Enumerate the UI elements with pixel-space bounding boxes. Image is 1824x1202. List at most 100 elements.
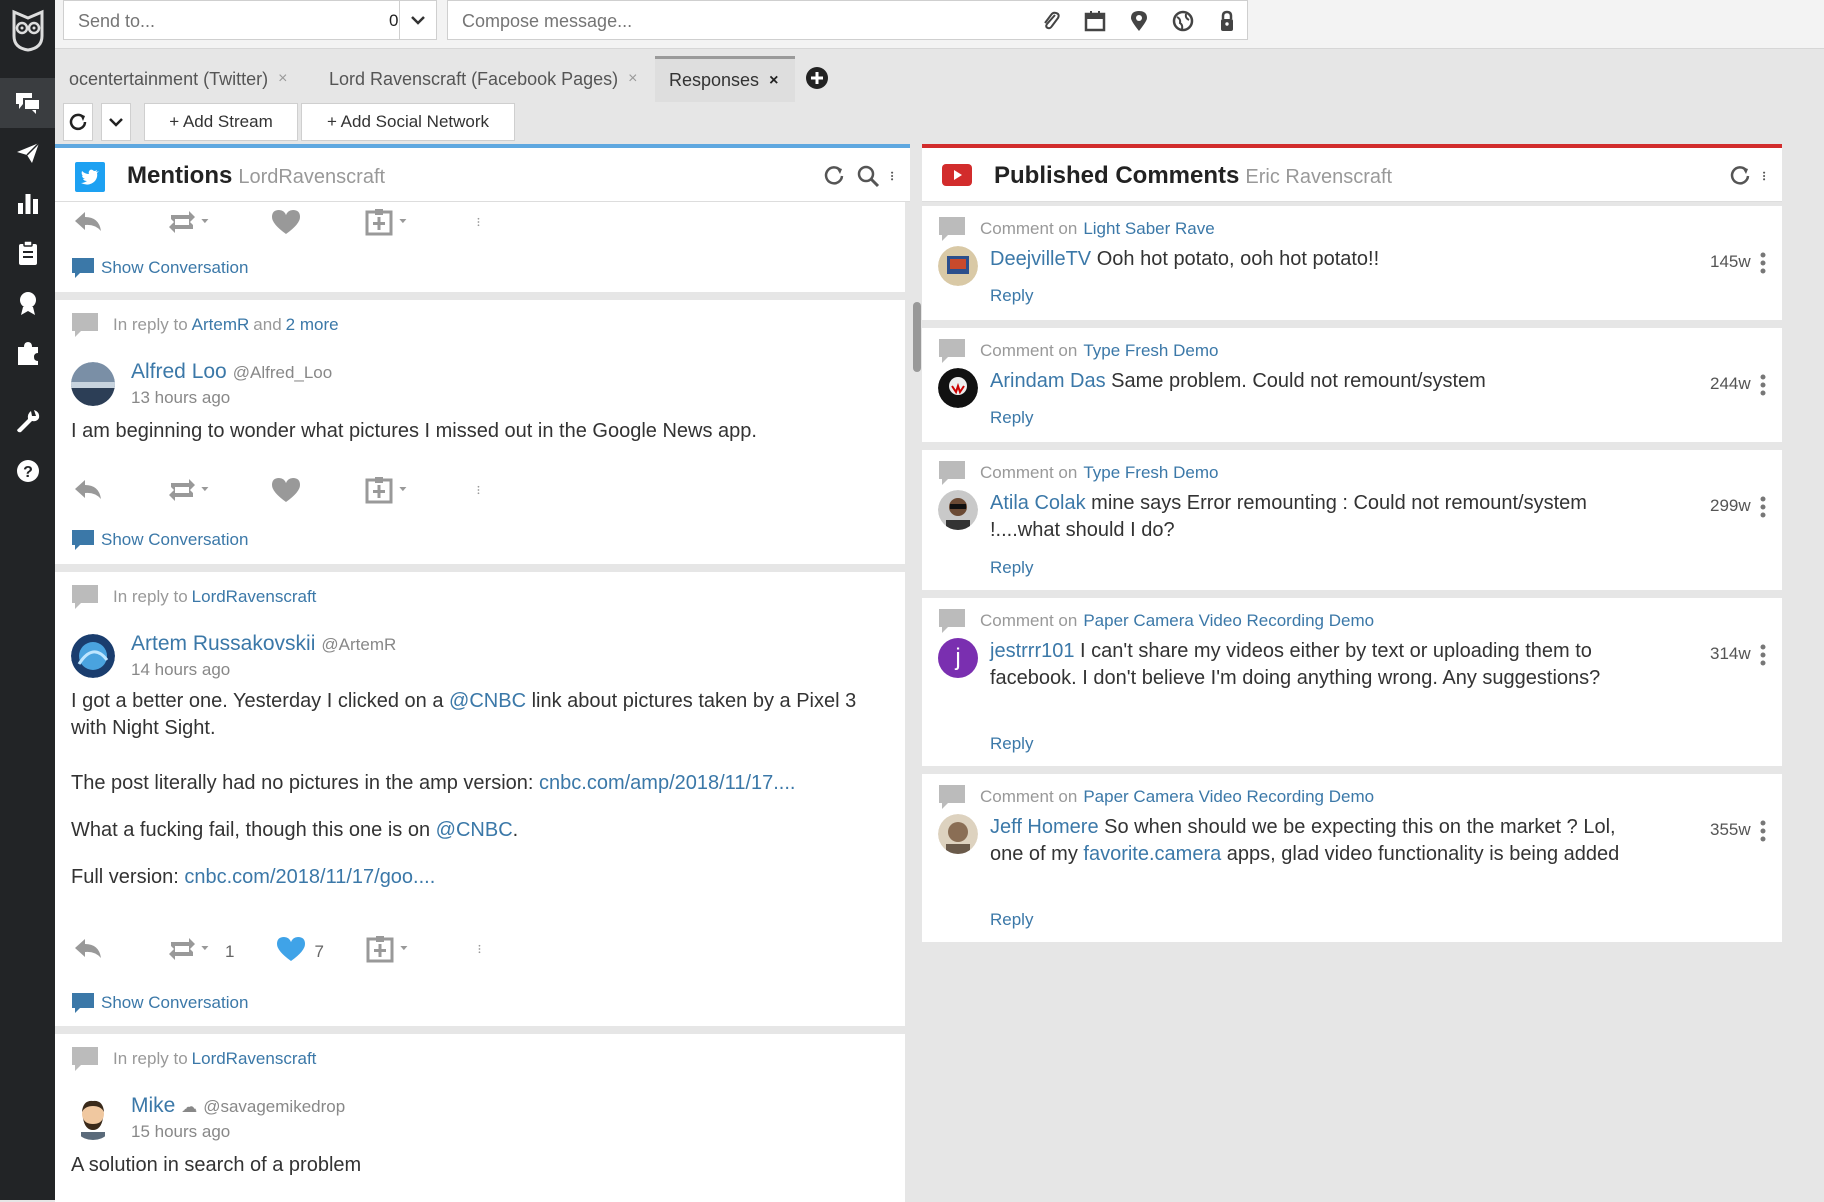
video-link[interactable]: Paper Camera Video Recording Demo <box>1083 787 1374 807</box>
show-conversation-link[interactable]: Show Conversation <box>71 529 248 551</box>
reply-icon[interactable] <box>71 475 105 510</box>
avatar[interactable] <box>71 634 115 678</box>
add-social-network-button[interactable]: + Add Social Network <box>301 103 515 141</box>
show-conversation-link[interactable]: Show Conversation <box>71 992 248 1014</box>
more-vertical-icon[interactable] <box>477 475 487 510</box>
more-vertical-icon[interactable] <box>1760 820 1766 842</box>
reply-link[interactable]: Reply <box>990 734 1033 754</box>
help-icon[interactable]: ? <box>0 446 55 496</box>
campaigns-icon[interactable] <box>0 278 55 328</box>
avatar[interactable]: j <box>938 638 978 678</box>
tab-responses[interactable]: Responses × <box>655 56 795 102</box>
avatar[interactable] <box>938 368 978 408</box>
apps-puzzle-icon[interactable] <box>0 328 55 378</box>
owl-logo-icon[interactable] <box>0 0 55 60</box>
assign-dropdown-icon[interactable] <box>398 934 418 969</box>
compose-message-input[interactable] <box>460 10 1024 33</box>
close-tab-icon[interactable]: × <box>278 70 287 88</box>
commenter-name[interactable]: jestrrr101 <box>990 640 1074 662</box>
tab-lord-ravenscraft[interactable]: Lord Ravenscraft (Facebook Pages) × <box>315 56 707 102</box>
globe-targeting-icon[interactable] <box>1171 9 1195 38</box>
avatar[interactable] <box>71 1096 115 1140</box>
reply-to-link[interactable]: LordRavenscraft <box>192 587 317 607</box>
url-link[interactable]: cnbc.com/2018/11/17/goo.... <box>184 866 435 888</box>
refresh-icon[interactable] <box>822 164 846 193</box>
more-vertical-icon[interactable] <box>478 934 488 969</box>
reply-link[interactable]: Reply <box>990 408 1033 428</box>
commenter-name[interactable]: Arindam Das <box>990 370 1106 392</box>
compose-message-field[interactable] <box>447 0 1248 40</box>
search-icon[interactable] <box>856 164 880 193</box>
more-vertical-icon[interactable] <box>477 207 487 242</box>
assignments-icon[interactable] <box>0 228 55 278</box>
location-pin-icon[interactable] <box>1127 9 1151 38</box>
author-handle[interactable]: @Alfred_Loo <box>233 363 333 382</box>
publisher-icon[interactable] <box>0 128 55 178</box>
reply-link[interactable]: Reply <box>990 558 1033 578</box>
more-vertical-icon[interactable] <box>1760 496 1766 518</box>
streams-icon[interactable] <box>0 78 55 128</box>
retweet-dropdown-icon[interactable] <box>199 207 219 242</box>
reply-icon[interactable] <box>71 207 105 242</box>
retweet-icon[interactable] <box>165 207 199 242</box>
retweet-dropdown-icon[interactable] <box>199 475 219 510</box>
tools-wrench-icon[interactable] <box>0 396 55 446</box>
refresh-all-button[interactable] <box>63 103 93 141</box>
author-name[interactable]: Artem Russakovskii <box>131 632 315 655</box>
retweet-icon[interactable] <box>165 934 199 969</box>
reply-more-link[interactable]: 2 more <box>286 315 339 335</box>
assign-dropdown-icon[interactable] <box>397 207 417 242</box>
mention-link[interactable]: @CNBC <box>449 690 526 712</box>
avatar[interactable] <box>938 246 978 286</box>
add-tab-icon[interactable] <box>805 66 829 90</box>
video-link[interactable]: Type Fresh Demo <box>1083 341 1218 361</box>
url-link[interactable]: cnbc.com/amp/2018/11/17.... <box>539 772 795 794</box>
scroll-thumb[interactable] <box>913 302 921 372</box>
reply-to-link[interactable]: LordRavenscraft <box>192 1049 317 1069</box>
assign-icon[interactable] <box>363 207 397 242</box>
retweet-dropdown-icon[interactable] <box>199 934 219 969</box>
close-tab-icon[interactable]: × <box>628 70 637 88</box>
avatar[interactable] <box>938 490 978 530</box>
chevron-down-icon[interactable] <box>399 1 436 39</box>
avatar[interactable] <box>71 362 115 406</box>
assign-dropdown-icon[interactable] <box>397 475 417 510</box>
more-vertical-icon[interactable] <box>1762 164 1772 193</box>
send-to-field[interactable]: 0 <box>63 0 437 40</box>
calendar-icon[interactable] <box>1083 9 1107 38</box>
mention-link[interactable]: @CNBC <box>436 819 513 841</box>
reply-link[interactable]: Reply <box>990 286 1033 306</box>
close-tab-icon[interactable]: × <box>769 72 778 90</box>
author-name[interactable]: Alfred Loo <box>131 360 227 383</box>
refresh-options-button[interactable] <box>101 103 131 141</box>
like-icon[interactable] <box>269 475 303 510</box>
lock-icon[interactable] <box>1215 9 1239 38</box>
reply-icon[interactable] <box>71 934 105 969</box>
refresh-icon[interactable] <box>1728 164 1752 193</box>
video-link[interactable]: Paper Camera Video Recording Demo <box>1083 611 1374 631</box>
more-vertical-icon[interactable] <box>890 164 900 193</box>
paperclip-icon[interactable] <box>1039 9 1063 38</box>
reply-link[interactable]: Reply <box>990 910 1033 930</box>
author-handle[interactable]: @ArtemR <box>321 635 396 654</box>
commenter-name[interactable]: Atila Colak <box>990 492 1086 514</box>
analytics-icon[interactable] <box>0 178 55 228</box>
more-vertical-icon[interactable] <box>1760 644 1766 666</box>
author-name[interactable]: Mike <box>131 1094 175 1117</box>
like-icon-active[interactable] <box>274 934 308 969</box>
commenter-name[interactable]: Jeff Homere <box>990 816 1099 838</box>
commenter-name[interactable]: DeejvilleTV <box>990 248 1091 270</box>
url-link[interactable]: favorite.camera <box>1083 843 1221 865</box>
video-link[interactable]: Light Saber Rave <box>1083 219 1214 239</box>
send-to-input[interactable] <box>76 10 340 33</box>
show-conversation-link[interactable]: Show Conversation <box>71 257 248 279</box>
author-handle[interactable]: @savagemikedrop <box>203 1097 345 1116</box>
reply-to-link[interactable]: ArtemR <box>192 315 250 335</box>
like-icon[interactable] <box>269 207 303 242</box>
assign-icon[interactable] <box>364 934 398 969</box>
add-stream-button[interactable]: + Add Stream <box>144 103 298 141</box>
more-vertical-icon[interactable] <box>1760 252 1766 274</box>
video-link[interactable]: Type Fresh Demo <box>1083 463 1218 483</box>
more-vertical-icon[interactable] <box>1760 374 1766 396</box>
assign-icon[interactable] <box>363 475 397 510</box>
